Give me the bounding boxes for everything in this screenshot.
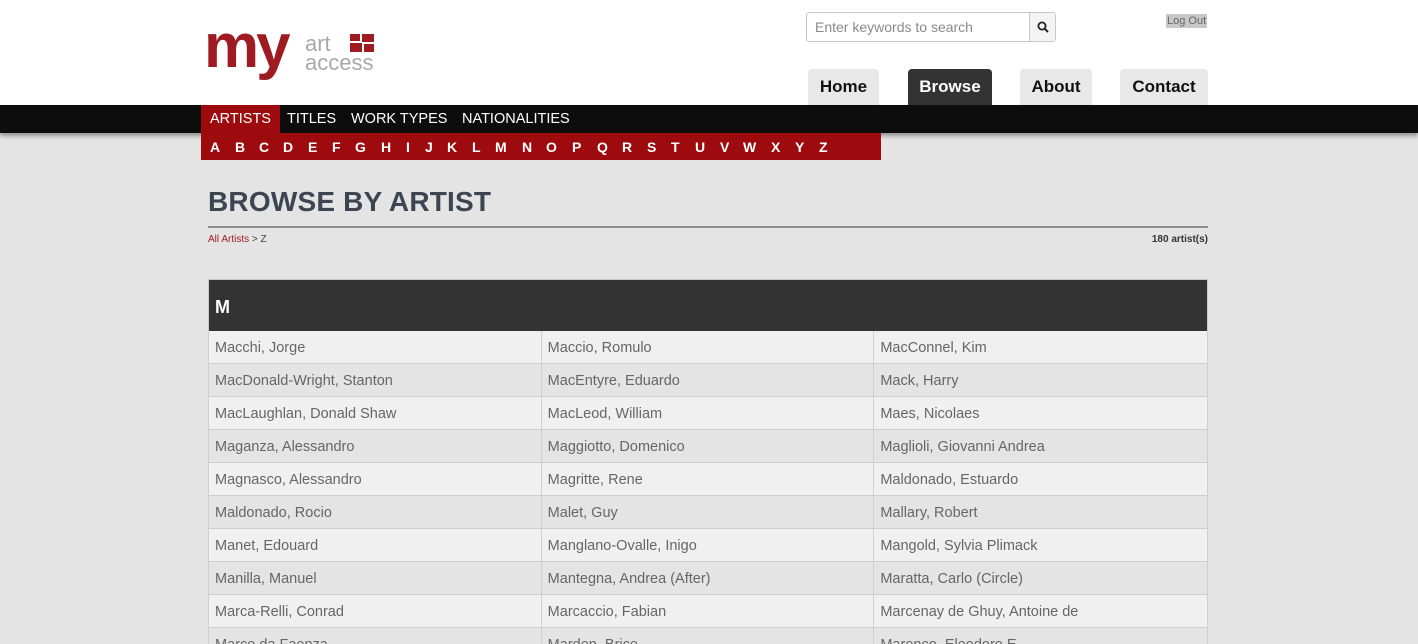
artist-link[interactable]: Marcenay de Ghuy, Antoine de [874,595,1209,627]
letter-d[interactable]: D [283,133,293,160]
artist-count: 180 artist(s) [1151,234,1208,245]
title-divider [208,226,1208,228]
letter-j[interactable]: J [425,133,433,160]
artist-link[interactable]: Mantegna, Andrea (After) [542,562,875,594]
artist-link[interactable]: Marco da Faenza [209,628,542,644]
breadcrumb-separator: > [249,234,261,245]
logo-blocks-icon [350,34,374,52]
letter-u[interactable]: U [695,133,705,160]
artist-grid: Macchi, Jorge Maccio, Romulo MacConnel, … [208,331,1209,644]
artist-link[interactable]: Maglioli, Giovanni Andrea [874,430,1209,462]
letter-f[interactable]: F [332,133,341,160]
artist-link[interactable]: Manglano-Ovalle, Inigo [542,529,875,561]
nav-browse[interactable]: Browse [908,69,992,105]
artist-link[interactable]: MacLeod, William [542,397,875,429]
letter-i[interactable]: I [406,133,410,160]
logout-link[interactable]: Log Out [1166,14,1208,28]
table-row: Macchi, Jorge Maccio, Romulo MacConnel, … [209,331,1209,364]
table-row: MacDonald-Wright, Stanton MacEntyre, Edu… [209,364,1209,397]
artist-link[interactable]: Marca-Relli, Conrad [209,595,542,627]
artist-link[interactable]: Magritte, Rene [542,463,875,495]
category-artists[interactable]: ARTISTS [201,105,280,133]
letter-l[interactable]: L [472,133,481,160]
search-button[interactable] [1029,13,1055,41]
artist-link[interactable]: Mack, Harry [874,364,1209,396]
artist-link[interactable]: Maccio, Romulo [542,331,875,363]
alphabet-bar: A B C D E F G H I J K L M N O P Q R S T … [201,133,881,160]
artist-link[interactable]: Marcaccio, Fabian [542,595,875,627]
artist-link[interactable]: Macchi, Jorge [209,331,542,363]
artist-link[interactable]: Mangold, Sylvia Plimack [874,529,1209,561]
table-row: Maldonado, Rocio Malet, Guy Mallary, Rob… [209,496,1209,529]
category-work-types[interactable]: WORK TYPES [342,105,456,133]
artist-link[interactable]: MacConnel, Kim [874,331,1209,363]
letter-y[interactable]: Y [795,133,804,160]
section-header: M [208,279,1208,332]
letter-e[interactable]: E [308,133,317,160]
table-row: MacLaughlan, Donald Shaw MacLeod, Willia… [209,397,1209,430]
letter-o[interactable]: O [546,133,557,160]
letter-v[interactable]: V [720,133,729,160]
table-row: Marco da Faenza Marden, Brice Marenco, E… [209,628,1209,644]
breadcrumb-all-artists-link[interactable]: All Artists [208,234,249,245]
breadcrumb: All Artists > Z [208,234,267,245]
artist-link[interactable]: MacEntyre, Eduardo [542,364,875,396]
artist-link[interactable]: Manilla, Manuel [209,562,542,594]
table-row: Manilla, Manuel Mantegna, Andrea (After)… [209,562,1209,595]
artist-link[interactable]: Maldonado, Estuardo [874,463,1209,495]
nav-about[interactable]: About [1020,69,1092,105]
letter-a[interactable]: A [210,133,220,160]
artist-link[interactable]: MacDonald-Wright, Stanton [209,364,542,396]
letter-r[interactable]: R [622,133,632,160]
logo-my-text: my [204,12,291,81]
letter-h[interactable]: H [381,133,391,160]
letter-p[interactable]: P [572,133,581,160]
nav-home[interactable]: Home [808,69,879,105]
search-input[interactable] [807,13,1029,41]
artist-link[interactable]: Maldonado, Rocio [209,496,542,528]
letter-m[interactable]: M [495,133,507,160]
page-title: BROWSE BY ARTIST [208,186,492,217]
artist-link[interactable]: MacLaughlan, Donald Shaw [209,397,542,429]
logo-access-text: access [305,50,374,75]
table-row: Marca-Relli, Conrad Marcaccio, Fabian Ma… [209,595,1209,628]
category-nationalities[interactable]: NATIONALITIES [453,105,579,133]
table-row: Manet, Edouard Manglano-Ovalle, Inigo Ma… [209,529,1209,562]
category-titles[interactable]: TITLES [278,105,345,133]
table-row: Magnasco, Alessandro Magritte, Rene Mald… [209,463,1209,496]
letter-x[interactable]: X [771,133,780,160]
letter-n[interactable]: N [522,133,532,160]
artist-link[interactable]: Maggiotto, Domenico [542,430,875,462]
section-letter: M [215,297,230,317]
letter-s[interactable]: S [647,133,656,160]
letter-q[interactable]: Q [597,133,608,160]
artist-link[interactable]: Manet, Edouard [209,529,542,561]
artist-link[interactable]: Maratta, Carlo (Circle) [874,562,1209,594]
letter-c[interactable]: C [259,133,269,160]
artist-link[interactable]: Malet, Guy [542,496,875,528]
artist-link[interactable]: Maes, Nicolaes [874,397,1209,429]
search-box [806,12,1056,42]
artist-link[interactable]: Magnasco, Alessandro [209,463,542,495]
artist-link[interactable]: Marenco, Eleodoro E. [874,628,1209,644]
site-logo[interactable]: my art access [204,16,384,90]
letter-z[interactable]: Z [819,133,828,160]
letter-g[interactable]: G [355,133,366,160]
artist-link[interactable]: Mallary, Robert [874,496,1209,528]
artist-link[interactable]: Maganza, Alessandro [209,430,542,462]
letter-t[interactable]: T [671,133,680,160]
table-row: Maganza, Alessandro Maggiotto, Domenico … [209,430,1209,463]
letter-b[interactable]: B [235,133,245,160]
breadcrumb-current: Z [260,234,267,245]
search-icon [1037,21,1049,33]
letter-k[interactable]: K [447,133,457,160]
letter-w[interactable]: W [743,133,756,160]
site-header: my art access Log Out Home Browse About … [0,0,1418,105]
nav-contact[interactable]: Contact [1120,69,1208,105]
artist-link[interactable]: Marden, Brice [542,628,875,644]
